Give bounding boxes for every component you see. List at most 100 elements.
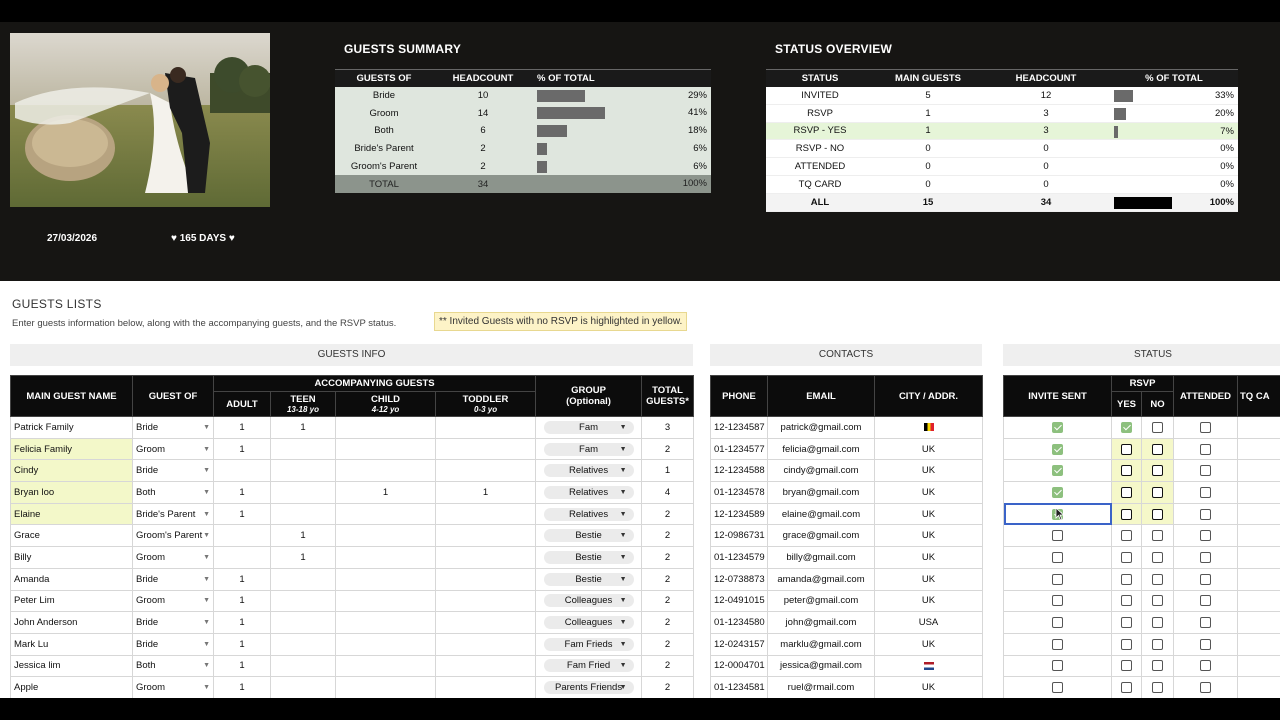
child-cell[interactable] <box>335 567 436 591</box>
adult-cell[interactable]: 1 <box>213 589 271 613</box>
rsvp-yes-cell[interactable] <box>1111 567 1142 591</box>
group-chip[interactable]: Relatives ▼ <box>543 485 634 499</box>
guest-of-dropdown[interactable]: Groom ▼ <box>132 676 214 698</box>
attended-cell[interactable] <box>1173 676 1238 698</box>
invite-checkbox[interactable] <box>1052 573 1063 585</box>
phone-cell[interactable]: 12-1234589 <box>710 502 768 526</box>
invite-checkbox[interactable] <box>1052 486 1063 498</box>
email-cell[interactable]: cindy@gmail.com <box>767 459 875 483</box>
group-chip[interactable]: Colleagues ▼ <box>543 594 634 608</box>
email-cell[interactable]: patrick@gmail.com <box>767 416 875 439</box>
city-cell[interactable]: UK <box>874 524 983 548</box>
child-cell[interactable]: 1 <box>335 481 436 504</box>
guest-of-dropdown[interactable]: Bride ▼ <box>132 567 214 591</box>
group-cell[interactable]: Fam ▼ <box>535 437 643 461</box>
city-cell[interactable]: UK <box>874 502 983 526</box>
child-cell[interactable] <box>335 654 436 678</box>
phone-cell[interactable]: 01-1234578 <box>710 481 768 504</box>
tq-card-cell[interactable] <box>1237 416 1280 439</box>
adult-cell[interactable]: 1 <box>213 416 271 439</box>
child-cell[interactable] <box>335 589 436 613</box>
rsvp-no-cell[interactable] <box>1141 589 1174 613</box>
rsvp-no-checkbox[interactable] <box>1152 573 1163 585</box>
group-cell[interactable]: Colleagues ▼ <box>535 611 643 634</box>
adult-cell[interactable]: 1 <box>213 654 271 678</box>
rsvp-no-cell[interactable] <box>1141 546 1174 569</box>
child-cell[interactable] <box>335 502 436 526</box>
attended-checkbox[interactable] <box>1200 573 1211 585</box>
teen-cell[interactable] <box>270 502 336 526</box>
invite-checkbox[interactable] <box>1052 465 1063 477</box>
phone-cell[interactable]: 12-0986731 <box>710 524 768 548</box>
email-cell[interactable]: billy@gmail.com <box>767 546 875 569</box>
toddler-cell[interactable] <box>434 502 537 526</box>
guest-name-cell[interactable]: John Anderson <box>10 611 133 634</box>
group-cell[interactable]: Fam Frieds ▼ <box>535 632 643 656</box>
rsvp-yes-checkbox[interactable] <box>1121 530 1132 542</box>
rsvp-no-checkbox[interactable] <box>1152 486 1163 498</box>
email-cell[interactable]: jessica@gmail.com <box>767 654 875 678</box>
city-cell[interactable]: UK <box>874 632 983 656</box>
adult-cell[interactable] <box>213 546 271 569</box>
city-cell[interactable]: UK <box>874 676 983 698</box>
group-chip[interactable]: Fam Fried ▼ <box>543 659 634 673</box>
rsvp-yes-cell[interactable] <box>1111 632 1142 656</box>
guest-name-cell[interactable]: Bryan loo <box>10 481 133 504</box>
guest-of-dropdown[interactable]: Both ▼ <box>132 481 214 504</box>
rsvp-yes-checkbox[interactable] <box>1121 682 1132 694</box>
toddler-cell[interactable] <box>434 437 537 461</box>
group-cell[interactable]: Relatives ▼ <box>535 502 643 526</box>
attended-cell[interactable] <box>1173 459 1238 483</box>
email-cell[interactable]: john@gmail.com <box>767 611 875 634</box>
rsvp-yes-cell[interactable] <box>1111 524 1142 548</box>
rsvp-no-checkbox[interactable] <box>1152 595 1163 607</box>
guest-name-cell[interactable]: Amanda <box>10 567 133 591</box>
toddler-cell[interactable] <box>434 654 537 678</box>
rsvp-no-checkbox[interactable] <box>1152 421 1163 433</box>
tq-card-cell[interactable] <box>1237 654 1280 678</box>
adult-cell[interactable]: 1 <box>213 567 271 591</box>
adult-cell[interactable] <box>213 459 271 483</box>
phone-cell[interactable]: 01-1234577 <box>710 437 768 461</box>
city-cell[interactable]: UK <box>874 567 983 591</box>
teen-cell[interactable] <box>270 567 336 591</box>
rsvp-no-cell[interactable] <box>1141 611 1174 634</box>
child-cell[interactable] <box>335 524 436 548</box>
rsvp-yes-checkbox[interactable] <box>1121 573 1132 585</box>
email-cell[interactable]: felicia@gmail.com <box>767 437 875 461</box>
city-cell[interactable]: UK <box>874 459 983 483</box>
rsvp-no-cell[interactable] <box>1141 437 1174 461</box>
guest-of-dropdown[interactable]: Groom's Parent ▼ <box>132 524 214 548</box>
rsvp-yes-checkbox[interactable] <box>1121 617 1132 629</box>
guest-name-cell[interactable]: Grace <box>10 524 133 548</box>
group-cell[interactable]: Bestie ▼ <box>535 524 643 548</box>
guest-name-cell[interactable]: Elaine <box>10 502 133 526</box>
attended-checkbox[interactable] <box>1200 508 1211 520</box>
rsvp-yes-checkbox[interactable] <box>1121 443 1132 455</box>
attended-cell[interactable] <box>1173 546 1238 569</box>
tq-card-cell[interactable] <box>1237 567 1280 591</box>
attended-cell[interactable] <box>1173 611 1238 634</box>
guest-name-cell[interactable]: Apple <box>10 676 133 698</box>
city-cell[interactable] <box>874 416 983 439</box>
rsvp-yes-cell[interactable] <box>1111 546 1142 569</box>
teen-cell[interactable]: 1 <box>270 524 336 548</box>
attended-checkbox[interactable] <box>1200 638 1211 650</box>
rsvp-yes-cell[interactable] <box>1111 437 1142 461</box>
guest-of-dropdown[interactable]: Bride ▼ <box>132 459 214 483</box>
attended-cell[interactable] <box>1173 481 1238 504</box>
teen-cell[interactable] <box>270 589 336 613</box>
guest-of-dropdown[interactable]: Groom ▼ <box>132 546 214 569</box>
attended-cell[interactable] <box>1173 524 1238 548</box>
guest-name-cell[interactable]: Billy <box>10 546 133 569</box>
child-cell[interactable] <box>335 437 436 461</box>
invite-sent-cell[interactable] <box>1003 654 1112 678</box>
child-cell[interactable] <box>335 632 436 656</box>
toddler-cell[interactable] <box>434 676 537 698</box>
invite-sent-cell[interactable] <box>1003 567 1112 591</box>
tq-card-cell[interactable] <box>1237 632 1280 656</box>
child-cell[interactable] <box>335 546 436 569</box>
attended-checkbox[interactable] <box>1200 682 1211 694</box>
tq-card-cell[interactable] <box>1237 611 1280 634</box>
child-cell[interactable] <box>335 611 436 634</box>
